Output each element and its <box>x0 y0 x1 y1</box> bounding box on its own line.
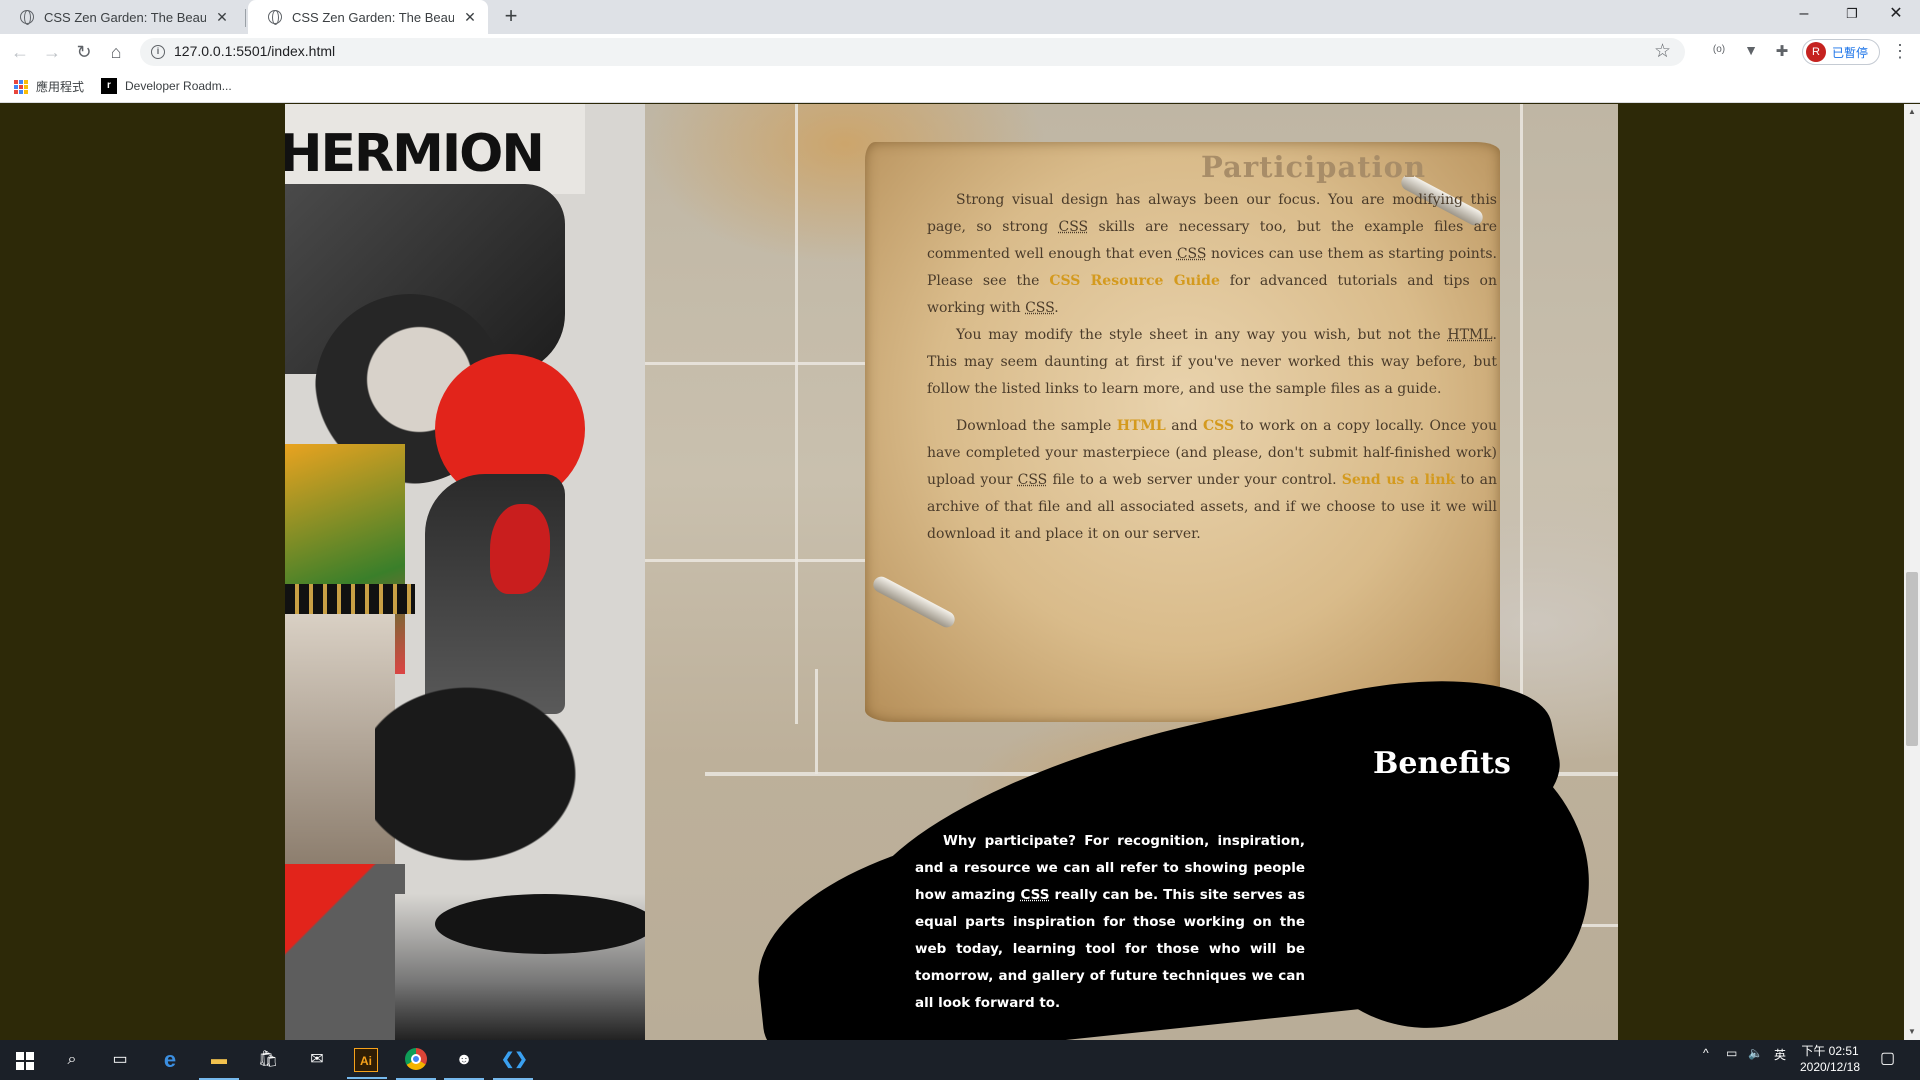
collage-text: HERMION <box>285 124 545 184</box>
windows-taskbar: ⌕ ▭ e ▬ 🛍 ✉ Ai ☻ ❮❯ ^ ▭ 🔈 英 下午 02:51 202… <box>0 1040 1920 1080</box>
tab-title: CSS Zen Garden: The Beauty of <box>44 9 206 25</box>
tab-inactive[interactable]: CSS Zen Garden: The Beauty of ✕ <box>0 0 240 34</box>
brick-line <box>795 104 798 724</box>
participation-paragraph-1: Strong visual design has always been our… <box>927 192 1498 316</box>
clock-time: 下午 02:51 <box>1801 1044 1859 1058</box>
sample-html-link[interactable]: HTML <box>1117 418 1166 434</box>
brick-line <box>1520 104 1523 774</box>
search-icon[interactable]: ⌕ <box>60 1048 84 1072</box>
volume-muted-icon[interactable]: 🔈 <box>1748 1046 1763 1060</box>
collage-image: HERMION GE <box>285 104 645 1040</box>
css-abbr: CSS <box>1025 300 1055 316</box>
extension-bracket-icon[interactable]: (o) <box>1708 44 1730 55</box>
mail-icon[interactable]: ✉ <box>305 1048 329 1072</box>
notification-icon[interactable]: ▢ <box>1880 1048 1895 1068</box>
black-ink-shape <box>375 664 605 884</box>
participation-paragraph-2: You may modify the style sheet in any wa… <box>927 327 1497 397</box>
brick-line <box>815 669 818 774</box>
scroll-up-arrow-icon[interactable]: ▲ <box>1904 104 1920 120</box>
globe-icon <box>268 10 282 25</box>
tab-separator <box>245 9 246 27</box>
vertical-scrollbar[interactable]: ▲ ▼ <box>1904 104 1920 1040</box>
film-strip <box>285 584 415 614</box>
bookmark-developer-roadmap[interactable]: r Developer Roadm... <box>101 78 232 94</box>
store-icon[interactable]: 🛍 <box>256 1048 280 1072</box>
globe-icon <box>20 10 34 25</box>
typewriter-photo <box>285 864 405 1040</box>
info-icon[interactable]: i <box>151 45 165 59</box>
scrollbar-thumb[interactable] <box>1906 572 1918 746</box>
profile-button[interactable]: R 已暫停 <box>1802 39 1880 65</box>
css-abbr: CSS <box>1176 246 1207 262</box>
close-window-button[interactable]: ✕ <box>1874 0 1918 30</box>
bookmark-star-icon[interactable]: ☆ <box>1654 40 1671 63</box>
bookmark-label: Developer Roadm... <box>125 79 232 93</box>
apps-grid-icon <box>14 79 28 94</box>
css-resource-guide-link[interactable]: CSS Resource Guide <box>1049 273 1220 289</box>
red-face-shape <box>490 504 550 594</box>
forward-arrow-icon[interactable]: → <box>40 40 64 64</box>
benefits-paragraph: Why participate? For recognition, inspir… <box>915 833 1305 1011</box>
edge-icon[interactable]: e <box>158 1048 182 1072</box>
css-abbr: CSS <box>1017 472 1048 488</box>
back-arrow-icon[interactable]: ← <box>8 40 32 64</box>
task-view-icon[interactable]: ▭ <box>108 1048 132 1072</box>
chrome-icon[interactable] <box>396 1048 436 1080</box>
tray-chevron-icon[interactable]: ^ <box>1703 1046 1709 1060</box>
hat-brim <box>435 894 645 954</box>
vscode-icon[interactable]: ❮❯ <box>493 1048 533 1080</box>
reload-icon[interactable]: ↻ <box>72 40 96 64</box>
css-abbr: CSS <box>1020 887 1050 903</box>
file-explorer-icon[interactable]: ▬ <box>199 1048 239 1080</box>
close-tab-icon[interactable]: ✕ <box>214 9 230 26</box>
browser-toolbar: ← → ↻ ⌂ i 127.0.0.1:5501/index.html ☆ (o… <box>0 34 1920 70</box>
address-bar[interactable]: i 127.0.0.1:5501/index.html ☆ <box>140 38 1685 66</box>
bookmarks-bar: 應用程式 r Developer Roadm... <box>0 70 1920 103</box>
new-tab-button[interactable]: + <box>498 4 524 30</box>
url-text[interactable]: 127.0.0.1:5501/index.html <box>174 43 335 59</box>
scroll-down-arrow-icon[interactable]: ▼ <box>1904 1024 1920 1040</box>
benefits-heading: Benefits <box>1373 746 1511 781</box>
participation-heading: Participation <box>1201 150 1427 184</box>
restore-button[interactable]: ❐ <box>1830 0 1874 30</box>
html-abbr: HTML <box>1447 327 1493 343</box>
tab-title: CSS Zen Garden: The Beauty of <box>292 9 454 25</box>
css-abbr: CSS <box>1058 219 1089 235</box>
page-viewport: HERMION GE Participation Strong visual d… <box>0 104 1904 1040</box>
minimize-button[interactable]: – <box>1782 0 1826 30</box>
bookmark-label: 應用程式 <box>36 80 85 94</box>
network-icon[interactable]: ▭ <box>1726 1046 1737 1060</box>
content-stage: HERMION GE Participation Strong visual d… <box>285 104 1618 1040</box>
roadmap-icon: r <box>101 78 117 94</box>
bookmark-apps[interactable]: 應用程式 <box>14 78 84 95</box>
tab-strip: CSS Zen Garden: The Beauty of ✕ CSS Zen … <box>0 0 1920 34</box>
kebab-menu-icon[interactable]: ⋮ <box>1891 41 1909 62</box>
windows-start-icon[interactable] <box>12 1048 36 1072</box>
puzzle-extensions-icon[interactable]: ✚ <box>1771 42 1793 60</box>
clock-date: 2020/12/18 <box>1799 1060 1861 1074</box>
extension-v-icon[interactable]: ▼ <box>1740 42 1762 58</box>
send-us-a-link[interactable]: Send us a link <box>1342 472 1455 488</box>
illustrator-icon[interactable]: Ai <box>347 1048 387 1079</box>
emoji-app-icon[interactable]: ☻ <box>444 1048 484 1080</box>
avatar: R <box>1806 42 1826 62</box>
profile-status-label: 已暫停 <box>1832 45 1869 60</box>
close-tab-icon[interactable]: ✕ <box>462 9 478 26</box>
ime-indicator[interactable]: 英 <box>1774 1046 1786 1063</box>
home-icon[interactable]: ⌂ <box>104 40 128 64</box>
participation-paragraph-3: Download the sample HTML and CSS to work… <box>927 418 1497 542</box>
sample-css-link[interactable]: CSS <box>1203 418 1234 434</box>
taskbar-clock[interactable]: 下午 02:51 2020/12/18 <box>1795 1043 1865 1075</box>
tab-active[interactable]: CSS Zen Garden: The Beauty of ✕ <box>248 0 488 34</box>
